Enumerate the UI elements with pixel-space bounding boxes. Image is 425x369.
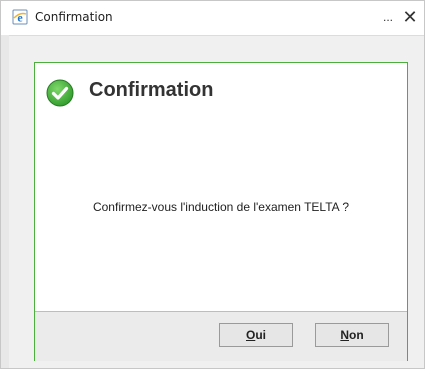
window-title: Confirmation — [35, 10, 113, 24]
no-mnemonic: N — [340, 328, 349, 342]
window-edge — [1, 35, 9, 368]
no-label-rest: on — [349, 328, 364, 342]
confirmation-message: Confirmez-vous l'induction de l'examen T… — [92, 200, 350, 214]
minimize-button[interactable]: ... — [380, 3, 396, 29]
yes-label-rest: ui — [255, 328, 266, 342]
button-bar: Oui Non — [35, 311, 407, 361]
title-bar[interactable]: e Confirmation ... ✕ — [1, 1, 424, 36]
check-circle-icon — [46, 79, 74, 107]
yes-button[interactable]: Oui — [219, 323, 293, 347]
confirmation-panel: Confirmation Confirmez-vous l'induction … — [34, 62, 408, 361]
no-button[interactable]: Non — [315, 323, 389, 347]
svg-text:e: e — [17, 11, 23, 25]
yes-mnemonic: O — [245, 328, 256, 342]
dialog-title: Confirmation — [89, 79, 214, 101]
dialog-window: e Confirmation ... ✕ Confirmation Confir… — [0, 0, 425, 369]
close-button[interactable]: ✕ — [399, 3, 421, 31]
internet-explorer-icon: e — [12, 9, 28, 25]
